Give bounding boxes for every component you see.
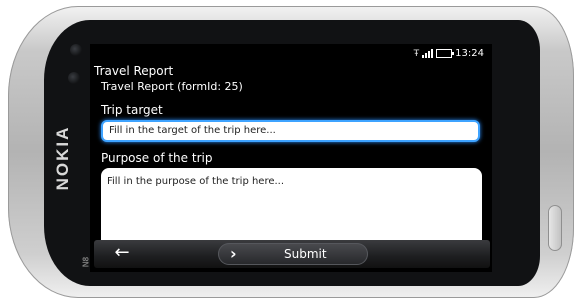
side-hardware-button[interactable]: [548, 205, 562, 251]
status-time: 13:24: [455, 48, 484, 59]
arrow-left-icon: ←: [114, 242, 130, 263]
submit-label: Submit: [284, 247, 327, 261]
battery-icon: [436, 49, 455, 58]
chevron-right-icon: ›: [230, 244, 237, 263]
purpose-label: Purpose of the trip: [101, 151, 213, 165]
bottom-toolbar: ← › Submit: [94, 240, 490, 268]
page-subtitle: Travel Report (formId: 25): [101, 80, 243, 93]
trip-target-label: Trip target: [101, 103, 163, 117]
submit-button[interactable]: › Submit: [218, 243, 368, 265]
page-title: Travel Report: [94, 64, 174, 78]
antenna-icon: Ŧ: [413, 48, 420, 59]
status-bar: Ŧ 13:24: [414, 48, 484, 59]
front-camera-icon: [70, 44, 82, 56]
phone-screen: Ŧ 13:24 Travel Report Travel Report (for…: [90, 44, 492, 272]
signal-bars-icon: [422, 49, 434, 58]
back-button[interactable]: ←: [100, 243, 144, 265]
trip-target-input[interactable]: Fill in the target of the trip here...: [101, 120, 480, 142]
brand-logo: NOKIA: [53, 125, 72, 191]
light-sensor-icon: [68, 72, 80, 84]
purpose-textarea[interactable]: Fill in the purpose of the trip here...: [101, 168, 482, 242]
